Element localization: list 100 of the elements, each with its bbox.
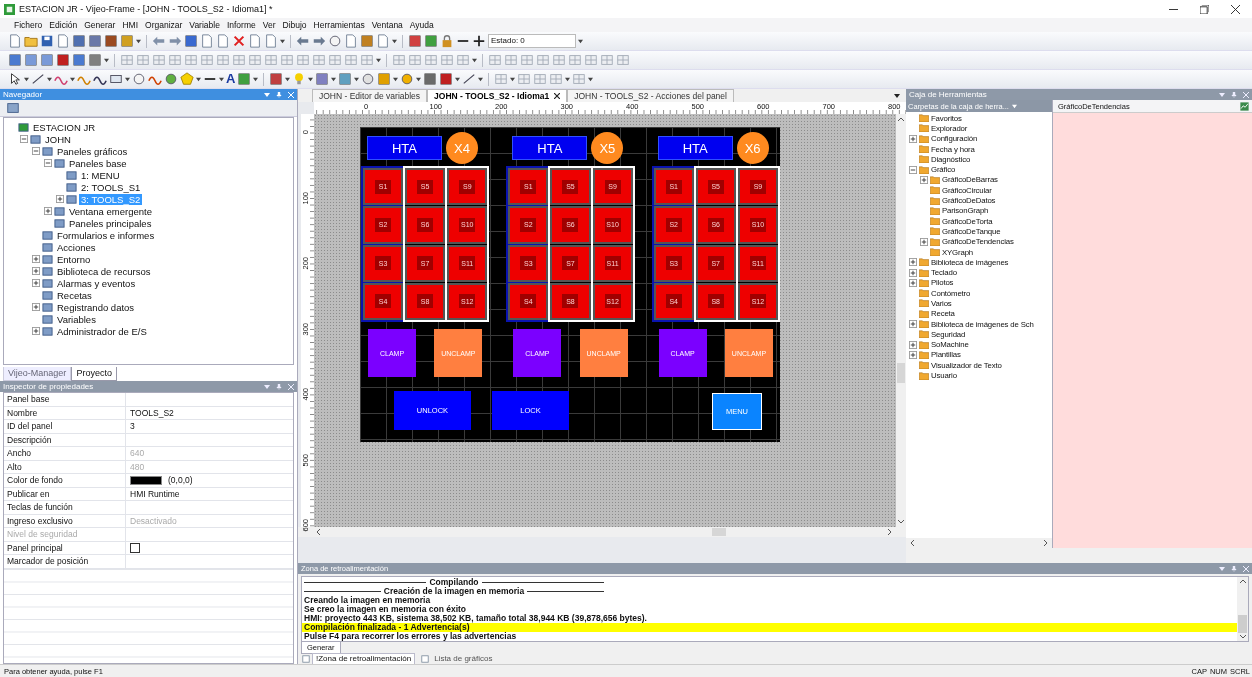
menubar-entry[interactable]: Ventana xyxy=(371,20,403,30)
tree-item[interactable]: 2: TOOLS_S1 xyxy=(79,181,143,193)
plus-box-icon[interactable] xyxy=(909,320,917,329)
window-icon[interactable] xyxy=(6,101,20,115)
right-arrow-icon[interactable] xyxy=(168,34,182,48)
caret-icon[interactable] xyxy=(472,57,477,63)
page-icon[interactable] xyxy=(8,34,22,48)
tree-item[interactable]: Paneles gráficos xyxy=(55,145,130,157)
line-icon[interactable] xyxy=(462,72,477,86)
lock-icon[interactable] xyxy=(440,34,454,48)
tree-item[interactable]: Paneles base xyxy=(67,157,129,169)
editor-tab[interactable]: JOHN - TOOLS_S2 - Acciones del panel xyxy=(567,89,734,102)
square-icon[interactable] xyxy=(40,53,54,67)
tree-item[interactable]: Alarmas y eventos xyxy=(55,277,138,289)
left-arrow-icon[interactable] xyxy=(296,34,310,48)
caret-icon[interactable] xyxy=(308,76,314,82)
close-icon[interactable] xyxy=(1231,4,1240,14)
scroll-thumb[interactable] xyxy=(1238,615,1247,633)
menubar-entry[interactable]: Edición xyxy=(49,20,78,30)
square-icon[interactable] xyxy=(56,53,70,67)
square-icon[interactable] xyxy=(439,72,454,86)
property-value[interactable]: TOOLS_S2 xyxy=(130,407,174,418)
caret-icon[interactable] xyxy=(354,76,360,82)
plus-box-icon[interactable] xyxy=(920,175,928,184)
vertical-scrollbar[interactable] xyxy=(896,114,906,527)
caret-icon[interactable] xyxy=(253,76,259,82)
caret-icon[interactable] xyxy=(565,76,571,82)
plus-box-icon[interactable] xyxy=(32,267,40,275)
caret-icon[interactable] xyxy=(196,76,201,82)
tree-item[interactable]: 1: MENU xyxy=(79,169,122,181)
checkbox[interactable] xyxy=(130,542,140,553)
plus-box-icon[interactable] xyxy=(32,327,40,335)
tree-item[interactable]: Biblioteca de recursos xyxy=(55,265,153,277)
panel-tab[interactable]: Proyecto xyxy=(71,367,117,381)
chart-icon[interactable] xyxy=(1239,100,1250,112)
square-icon[interactable] xyxy=(423,72,438,86)
maximize-icon[interactable] xyxy=(1200,4,1209,14)
property-value[interactable]: HMI Runtime xyxy=(130,488,180,499)
caret-icon[interactable] xyxy=(588,76,594,82)
scroll-thumb[interactable] xyxy=(897,363,905,383)
property-value[interactable]: (0,0,0) xyxy=(168,475,193,486)
plus-box-icon[interactable] xyxy=(909,350,917,359)
plus-box-icon[interactable] xyxy=(909,268,917,277)
caret-icon[interactable] xyxy=(285,76,291,82)
caret-icon[interactable] xyxy=(478,76,484,82)
right-arrow-icon[interactable] xyxy=(312,34,326,48)
caret-icon[interactable] xyxy=(219,76,224,82)
plus-box-icon[interactable] xyxy=(909,258,917,267)
state-dropdown[interactable]: Estado: 0 xyxy=(488,34,576,48)
tree-item[interactable]: Paneles principales xyxy=(67,217,154,229)
page-icon[interactable] xyxy=(248,34,262,48)
pin-icon[interactable] xyxy=(276,383,282,390)
panel-tab[interactable]: Lista de gráficos xyxy=(431,654,496,664)
square-icon[interactable] xyxy=(72,34,86,48)
square-icon[interactable] xyxy=(24,53,38,67)
tree-item[interactable]: Acciones xyxy=(55,241,98,253)
line-icon[interactable] xyxy=(31,72,45,86)
rectangle-icon[interactable] xyxy=(109,72,123,86)
menubar-entry[interactable]: Dibujo xyxy=(282,20,307,30)
tree-item[interactable]: Entorno xyxy=(55,253,93,265)
minus-box-icon[interactable] xyxy=(20,135,28,143)
square-icon[interactable] xyxy=(424,34,438,48)
minus-box-icon[interactable] xyxy=(909,165,917,174)
left-arrow-icon[interactable] xyxy=(152,34,166,48)
pointer-icon[interactable] xyxy=(8,72,22,86)
menubar-entry[interactable]: Organizar xyxy=(145,20,183,30)
square-icon[interactable] xyxy=(104,34,118,48)
page-icon[interactable] xyxy=(56,34,70,48)
caret-icon[interactable] xyxy=(47,76,52,82)
pin-icon[interactable] xyxy=(1231,91,1237,98)
scroll-thumb[interactable] xyxy=(712,528,726,536)
tree-item[interactable]: Registrando datos xyxy=(55,301,137,313)
circle-icon[interactable] xyxy=(132,72,146,86)
tree-item[interactable]: Formularios e informes xyxy=(55,229,157,241)
folder-icon[interactable] xyxy=(24,34,38,48)
caret-icon[interactable] xyxy=(578,38,583,44)
minus-box-icon[interactable] xyxy=(44,159,52,167)
plus-box-icon[interactable] xyxy=(56,195,64,203)
square-icon[interactable] xyxy=(360,34,374,48)
caret-icon[interactable] xyxy=(455,76,461,82)
caret-icon[interactable] xyxy=(510,76,516,82)
circle-icon[interactable] xyxy=(361,72,376,86)
circle-icon[interactable] xyxy=(400,72,415,86)
menubar-entry[interactable]: Ver xyxy=(262,20,276,30)
plus-box-icon[interactable] xyxy=(32,279,40,287)
caret-icon[interactable] xyxy=(392,38,397,44)
page-icon[interactable] xyxy=(344,34,358,48)
editor-tab[interactable]: JOHN - Editor de variables xyxy=(312,89,428,102)
square-icon[interactable] xyxy=(408,34,422,48)
caret-icon[interactable] xyxy=(393,76,399,82)
tree-item[interactable]: JOHN xyxy=(43,133,73,145)
caret-icon[interactable] xyxy=(136,38,141,44)
tree-item[interactable]: Variables xyxy=(55,313,98,325)
panel-tab[interactable]: Vijeo-Manager xyxy=(3,367,72,381)
menubar-entry[interactable]: Generar xyxy=(84,20,116,30)
plus-box-icon[interactable] xyxy=(909,134,917,143)
circle-icon[interactable] xyxy=(164,72,178,86)
tree-item[interactable]: Ventana emergente xyxy=(67,205,154,217)
property-value[interactable]: 3 xyxy=(130,421,135,432)
tree-item[interactable]: ESTACION JR xyxy=(31,121,98,133)
